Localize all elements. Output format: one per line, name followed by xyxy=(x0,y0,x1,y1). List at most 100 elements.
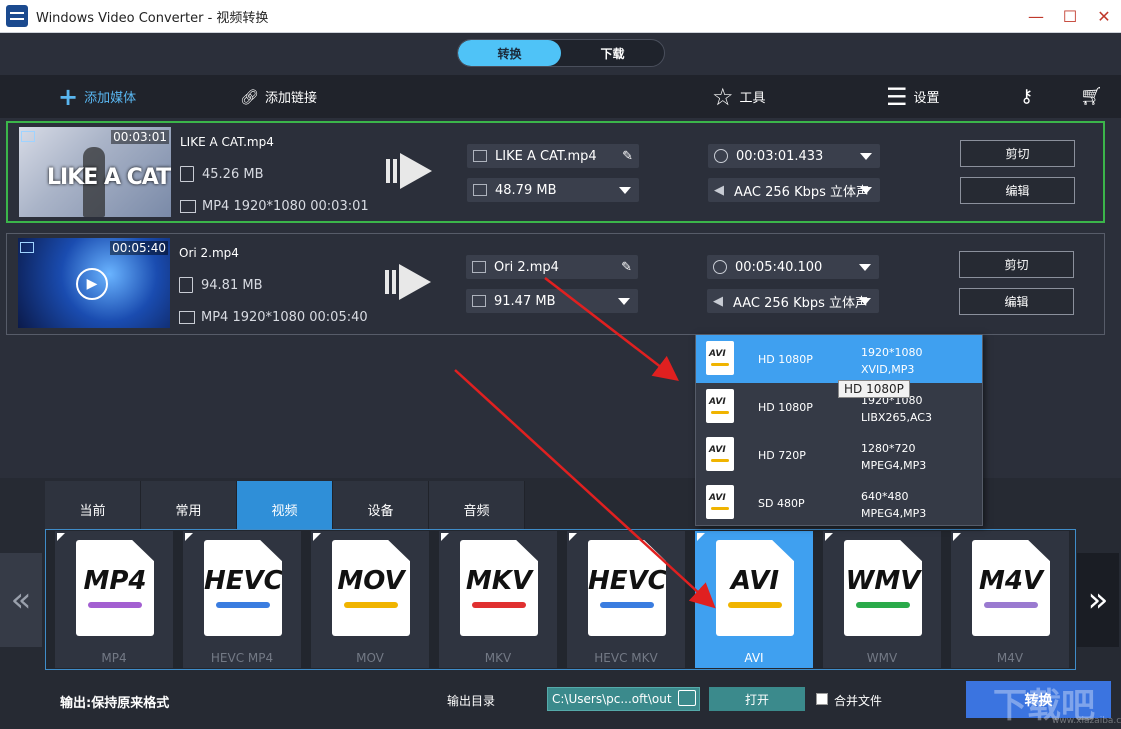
minimize-button[interactable]: — xyxy=(1021,4,1051,28)
format-hevc-mkv[interactable]: HEVC HEVC MKV xyxy=(567,531,685,668)
source-size: 94.81 MB xyxy=(179,277,262,293)
close-button[interactable]: ✕ xyxy=(1089,4,1119,28)
register-button[interactable]: ⚷ xyxy=(1020,75,1039,118)
file-icon xyxy=(180,166,194,182)
format-mkv[interactable]: MKV MKV xyxy=(439,531,557,668)
cart-button[interactable]: 🛒︎ xyxy=(1080,75,1109,118)
format-file-icon: MOV xyxy=(332,540,410,636)
format-grid: MP4 MP4 HEVC HEVC MP4 MOV MOV MKV MKV HE… xyxy=(45,529,1076,670)
tab-audio[interactable]: 音频 xyxy=(429,481,525,529)
duration-badge: 00:03:01 xyxy=(111,130,169,144)
corner-marker xyxy=(185,533,193,541)
quality-option[interactable]: AVI HD 1080P 1920*1080XVID,MP3 xyxy=(696,335,982,383)
app-icon xyxy=(6,5,28,27)
output-size-value: 91.47 MB xyxy=(494,294,555,309)
film-icon xyxy=(21,131,35,142)
video-icon xyxy=(179,311,195,324)
format-color-bar xyxy=(728,602,782,608)
mode-toggle: 转换 下载 xyxy=(457,39,665,67)
next-formats-button[interactable]: » xyxy=(1077,553,1119,647)
play-icon[interactable]: ▶ xyxy=(76,268,108,300)
maximize-button[interactable]: ☐ xyxy=(1055,4,1085,28)
audio-dropdown[interactable]: ◀ AAC 256 Kbps 立体声 xyxy=(707,289,879,313)
edit-button[interactable]: 编辑 xyxy=(959,288,1074,315)
clock-icon xyxy=(714,149,728,163)
video-thumbnail[interactable]: 00:05:40 ▶ xyxy=(18,238,170,328)
prev-formats-button[interactable]: « xyxy=(0,553,42,647)
duration-dropdown[interactable]: 00:03:01.433 xyxy=(708,144,880,168)
corner-marker xyxy=(569,533,577,541)
video-file-icon xyxy=(472,295,486,307)
cut-button[interactable]: 剪切 xyxy=(959,251,1074,278)
format-file-icon: MKV xyxy=(460,540,538,636)
format-label: MKV xyxy=(439,651,557,665)
format-avi[interactable]: AVI AVI xyxy=(695,531,813,668)
file-row[interactable]: 00:03:01 LIKE A CAT LIKE A CAT.mp4 45.26… xyxy=(6,121,1105,223)
quality-spec: 640*480MPEG4,MP3 xyxy=(861,488,926,522)
output-size-dropdown[interactable]: 48.79 MB xyxy=(467,178,639,202)
folder-icon[interactable] xyxy=(678,690,696,706)
tab-video[interactable]: 视频 xyxy=(237,481,333,529)
avi-file-icon: AVI xyxy=(706,437,734,471)
format-label: MP4 xyxy=(55,651,173,665)
add-link-button[interactable]: 🔗︎ 添加链接 xyxy=(240,75,317,118)
corner-marker xyxy=(825,533,833,541)
merge-checkbox[interactable] xyxy=(816,693,828,705)
format-ext: M4V xyxy=(972,566,1050,596)
pencil-icon[interactable]: ✎ xyxy=(622,149,633,164)
output-size-dropdown[interactable]: 91.47 MB xyxy=(466,289,638,313)
avi-file-icon: AVI xyxy=(706,341,734,375)
format-file-icon: HEVC xyxy=(204,540,282,636)
quality-name: HD 1080P xyxy=(758,401,813,414)
open-button[interactable]: 打开 xyxy=(709,687,805,711)
chevron-down-icon xyxy=(859,264,871,271)
speaker-icon: ◀ xyxy=(714,183,724,198)
quality-option[interactable]: AVI HD 720P 1280*720MPEG4,MP3 xyxy=(696,431,982,479)
convert-arrow-icon xyxy=(386,151,436,191)
format-wmv[interactable]: WMV WMV xyxy=(823,531,941,668)
cart-icon: 🛒︎ xyxy=(1080,86,1103,107)
file-row[interactable]: 00:05:40 ▶ Ori 2.mp4 94.81 MB MP4 1920*1… xyxy=(6,233,1105,335)
corner-marker xyxy=(441,533,449,541)
video-file-icon xyxy=(472,261,486,273)
video-file-icon xyxy=(473,150,487,162)
format-hevc-mp4[interactable]: HEVC HEVC MP4 xyxy=(183,531,301,668)
output-format-label[interactable]: 输出:保持原来格式 xyxy=(60,692,169,711)
audio-dropdown[interactable]: ◀ AAC 256 Kbps 立体声 xyxy=(708,178,880,202)
tab-common[interactable]: 常用 xyxy=(141,481,237,529)
duration-dropdown[interactable]: 00:05:40.100 xyxy=(707,255,879,279)
video-thumbnail[interactable]: 00:03:01 LIKE A CAT xyxy=(19,127,171,217)
source-size-value: 94.81 MB xyxy=(201,278,262,293)
toolbar: + 添加媒体 🔗︎ 添加链接 ☆ 工具 ☰ 设置 ⚷ 🛒︎ xyxy=(0,75,1121,118)
format-mov[interactable]: MOV MOV xyxy=(311,531,429,668)
format-mp4[interactable]: MP4 MP4 xyxy=(55,531,173,668)
format-ext: AVI xyxy=(716,566,794,596)
tools-label: 工具 xyxy=(740,87,766,106)
output-name-field[interactable]: Ori 2.mp4 ✎ xyxy=(466,255,638,279)
format-m4v[interactable]: M4V M4V xyxy=(951,531,1069,668)
cut-button[interactable]: 剪切 xyxy=(960,140,1075,167)
source-filename: Ori 2.mp4 xyxy=(179,246,239,260)
output-name-value: LIKE A CAT.mp4 xyxy=(495,149,597,164)
format-ext: WMV xyxy=(844,566,922,596)
tab-device[interactable]: 设备 xyxy=(333,481,429,529)
output-name-field[interactable]: LIKE A CAT.mp4 ✎ xyxy=(467,144,639,168)
chevron-down-icon xyxy=(860,153,872,160)
tab-convert[interactable]: 转换 xyxy=(458,40,561,66)
quality-option[interactable]: AVI SD 480P 640*480MPEG4,MP3 xyxy=(696,479,982,527)
tab-current[interactable]: 当前 xyxy=(45,481,141,529)
thumbnail-title: LIKE A CAT xyxy=(47,165,170,190)
quality-name: HD 720P xyxy=(758,449,806,462)
edit-button[interactable]: 编辑 xyxy=(960,177,1075,204)
pencil-icon[interactable]: ✎ xyxy=(621,260,632,275)
settings-button[interactable]: ☰ 设置 xyxy=(886,75,940,118)
corner-marker xyxy=(313,533,321,541)
format-label: HEVC MKV xyxy=(567,651,685,665)
tab-download[interactable]: 下载 xyxy=(561,40,664,66)
format-file-icon: AVI xyxy=(716,540,794,636)
add-media-button[interactable]: + 添加媒体 xyxy=(58,75,136,118)
corner-marker xyxy=(57,533,65,541)
tools-button[interactable]: ☆ 工具 xyxy=(712,75,766,118)
duration-badge: 00:05:40 xyxy=(110,241,168,255)
format-ext: HEVC xyxy=(204,566,282,596)
